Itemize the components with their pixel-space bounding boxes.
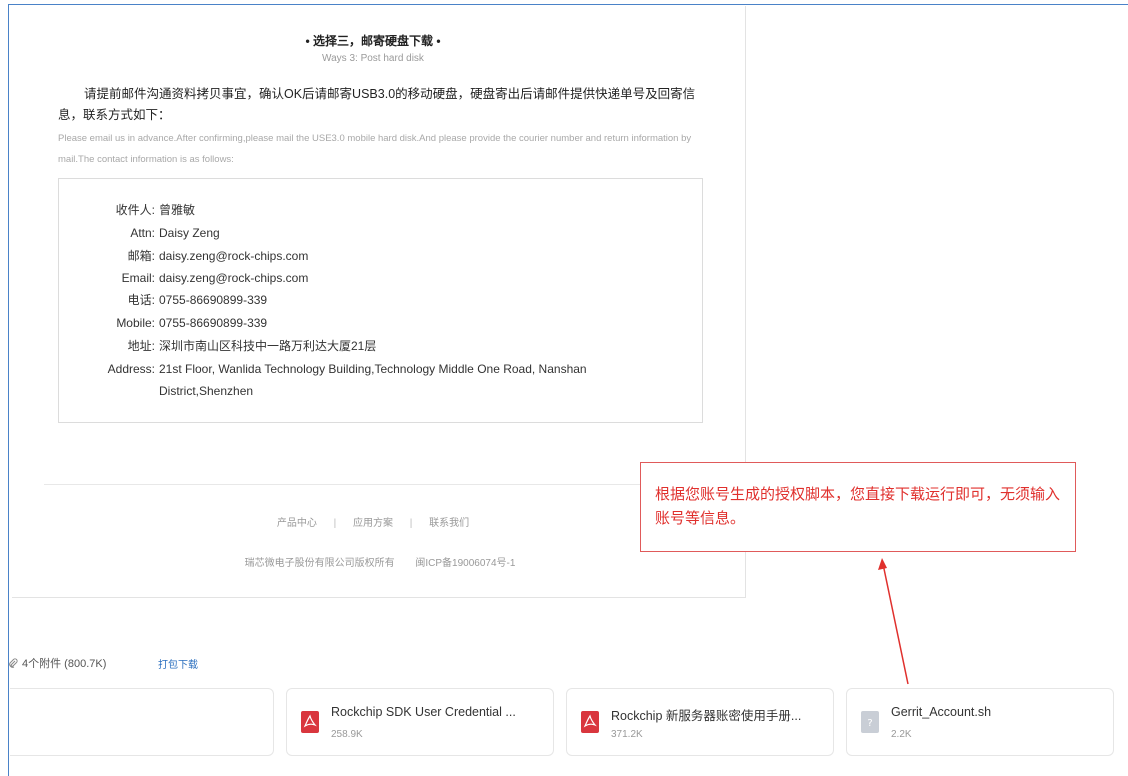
attachment-card-server-manual[interactable]: Rockchip 新服务器账密使用手册... 371.2K bbox=[566, 688, 834, 756]
svg-text:?: ? bbox=[867, 718, 872, 729]
attachment-count: 4个附件 (800.7K) bbox=[22, 658, 107, 670]
attachment-card-sdk-credential[interactable]: Rockchip SDK User Credential ... 258.9K bbox=[286, 688, 554, 756]
attachment-card-gerrit-account[interactable]: ? Gerrit_Account.sh 2.2K bbox=[846, 688, 1114, 756]
pdf-icon bbox=[301, 711, 319, 733]
attachment-size: 258.9K bbox=[331, 729, 363, 740]
footer-separator: | bbox=[409, 518, 413, 529]
arrow-icon bbox=[878, 558, 909, 685]
attachment-name: Rockchip SDK User Credential ... bbox=[331, 705, 516, 719]
contact-row-mailbox: 邮箱: daisy.zeng@rock-chips.com bbox=[127, 249, 309, 263]
contact-row-attn: Attn: Daisy Zeng bbox=[130, 226, 220, 240]
section-subtitle: Ways 3: Post hard disk bbox=[322, 53, 424, 64]
paperclip-icon bbox=[9, 658, 18, 668]
attachment-card-blank[interactable] bbox=[10, 688, 274, 756]
attachment-size: 371.2K bbox=[611, 729, 643, 740]
footer-copyright: 瑞芯微电子股份有限公司版权所有 闽ICP备19006074号-1 bbox=[0, 554, 760, 569]
pdf-icon bbox=[581, 711, 599, 733]
attachment-name: Gerrit_Account.sh bbox=[891, 705, 992, 719]
footer-link-contact[interactable]: 联系我们 bbox=[429, 518, 469, 529]
footer-link-solutions[interactable]: 应用方案 bbox=[353, 518, 393, 529]
annotation-text: 根据您账号生成的授权脚本，您直接下载运行即可，无须输入账号等信息。 bbox=[655, 486, 1061, 527]
copyright-text: 瑞芯微电子股份有限公司版权所有 bbox=[244, 558, 395, 569]
contact-row-email: Email: daisy.zeng@rock-chips.com bbox=[121, 271, 309, 285]
footer-separator: | bbox=[333, 518, 337, 529]
contact-row-mobile: Mobile: 0755-86690899-339 bbox=[116, 316, 268, 330]
contact-row-phone: 电话: 0755-86690899-339 bbox=[127, 293, 268, 307]
attachment-summary: 4个附件 (800.7K) bbox=[8, 655, 106, 671]
annotation-callout: 根据您账号生成的授权脚本，您直接下载运行即可，无须输入账号等信息。 bbox=[640, 462, 1076, 552]
footer-link-products[interactable]: 产品中心 bbox=[277, 518, 317, 529]
section-title: • 选择三，邮寄硬盘下载 • bbox=[305, 34, 441, 48]
footer-links: 产品中心 | 应用方案 | 联系我们 bbox=[0, 514, 746, 529]
instruction-en: Please email us in advance.After confirm… bbox=[58, 133, 692, 165]
instruction-zh: 请提前邮件沟通资料拷贝事宜，确认OK后请邮寄USB3.0的移动硬盘，硬盘寄出后请… bbox=[58, 87, 696, 122]
contact-row-recipient: 收件人: 曾雅敏 bbox=[115, 203, 196, 217]
file-icon: ? bbox=[861, 711, 879, 733]
attachment-name: Rockchip 新服务器账密使用手册... bbox=[611, 709, 802, 723]
attachment-size: 2.2K bbox=[891, 729, 912, 740]
icp-text: 闽ICP备19006074号-1 bbox=[415, 558, 516, 569]
download-all-link[interactable]: 打包下载 bbox=[158, 656, 198, 671]
contact-row-address-zh: 地址: 深圳市南山区科技中一路万利达大厦21层 bbox=[127, 339, 377, 353]
contact-box: 收件人: 曾雅敏 Attn: Daisy Zeng 邮箱: daisy.zeng… bbox=[58, 178, 703, 423]
contact-row-address-en: Address: 21st Floor, Wanlida Technology … bbox=[107, 362, 587, 398]
